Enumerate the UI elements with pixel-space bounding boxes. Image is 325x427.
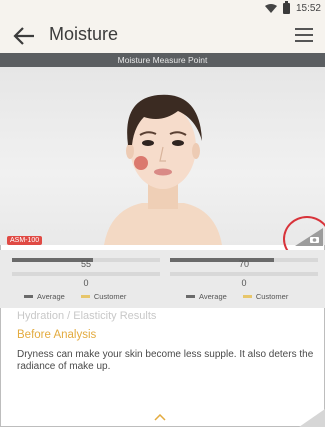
face-image-area [0, 67, 325, 245]
arrow-left-icon[interactable] [12, 25, 36, 47]
measure-column-left: 55 0 [12, 258, 160, 288]
average-value-right: 70 [238, 259, 249, 269]
status-bar: 15:52 [0, 0, 325, 18]
customer-bar-right [170, 272, 318, 276]
status-time: 15:52 [295, 3, 321, 14]
face-illustration [104, 94, 222, 245]
legend-average-right: Average [199, 292, 227, 301]
hamburger-menu-icon[interactable] [295, 28, 313, 42]
wifi-icon [264, 4, 277, 13]
legend-customer-right: Customer [255, 292, 289, 301]
page-title: Moisture [49, 24, 119, 44]
legend-customer: Customer [93, 292, 127, 301]
legend-left: Average Customer [24, 292, 126, 301]
customer-value-right: 0 [241, 278, 247, 288]
measure-panel: 55 0 Average Customer 70 0 Average Custo… [0, 250, 325, 308]
device-label: ASM-100 [7, 236, 43, 245]
customer-value-left: 0 [83, 278, 89, 288]
chevron-up-icon[interactable] [154, 414, 166, 421]
results-text: Dryness can make your skin become less s… [17, 349, 314, 372]
results-title: Hydration / Elasticity Results [17, 310, 157, 322]
app-bar: Moisture [0, 18, 325, 53]
battery-icon [282, 1, 290, 14]
customer-bar-left [12, 272, 160, 276]
measure-point-header: Moisture Measure Point [0, 53, 325, 67]
corner-fold-icon [299, 409, 325, 427]
average-value-left: 55 [80, 259, 91, 269]
measure-column-right: 70 0 [170, 258, 318, 288]
legend-right: Average Customer [186, 292, 288, 301]
results-subtitle: Before Analysis [17, 329, 97, 341]
legend-average: Average [37, 292, 65, 301]
